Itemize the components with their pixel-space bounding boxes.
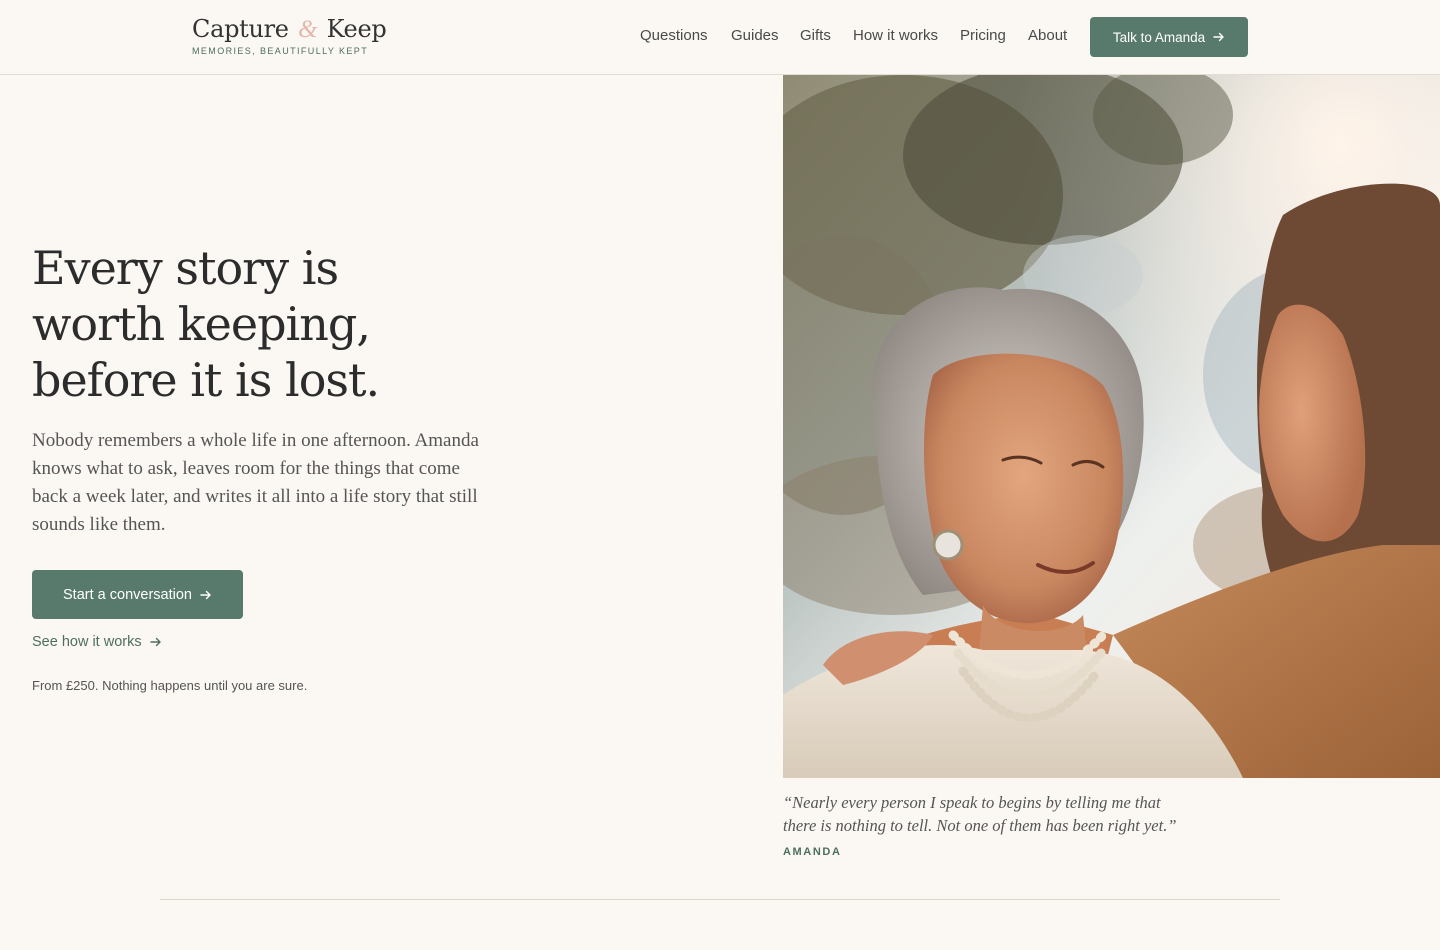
brand-logo[interactable]: Capture & Keep MEMORIES, BEAUTIFULLY KEP…: [192, 14, 387, 56]
price-note: From £250. Nothing happens until you are…: [32, 678, 308, 693]
brand-ampersand: &: [298, 16, 318, 43]
hero-photo: [783, 75, 1440, 778]
talk-to-amanda-label: Talk to Amanda: [1112, 29, 1206, 45]
main-nav: Questions Guides Gifts How it works Pric…: [640, 27, 1078, 44]
hero-description: Nobody remembers a whole life in one aft…: [32, 427, 542, 539]
talk-to-amanda-button[interactable]: Talk to Amanda: [1090, 17, 1248, 57]
arrow-right-icon: [1213, 32, 1224, 42]
start-conversation-button[interactable]: Start a conversation: [32, 570, 243, 619]
nav-pricing[interactable]: Pricing: [960, 27, 1028, 44]
nav-guides[interactable]: Guides: [731, 27, 800, 44]
hero-title-line: worth keeping,: [32, 297, 371, 351]
nav-how-it-works[interactable]: How it works: [853, 27, 960, 44]
site-header: Capture & Keep MEMORIES, BEAUTIFULLY KEP…: [0, 0, 1440, 75]
nav-about[interactable]: About: [1028, 27, 1078, 44]
photo-elderly-woman-and-younger-woman-icon: [783, 75, 1440, 778]
hero-title-line: before it is lost.: [32, 353, 380, 407]
quote-line: there is nothing to tell. Not one of the…: [783, 816, 1177, 835]
section-divider: [160, 899, 1280, 900]
nav-gifts[interactable]: Gifts: [800, 27, 853, 44]
brand-tagline: MEMORIES, BEAUTIFULLY KEPT: [192, 46, 369, 56]
brand-wordmark: Capture & Keep: [192, 14, 387, 45]
see-how-it-works-label: See how it works: [32, 634, 142, 650]
hero-title-line: Every story is: [32, 241, 339, 295]
arrow-right-icon: [200, 590, 211, 599]
brand-name-first: Capture: [192, 15, 289, 43]
hero-description-line: sounds like them.: [32, 514, 166, 535]
amanda-quote: “Nearly every person I speak to begins b…: [783, 791, 1223, 837]
quote-author: AMANDA: [783, 846, 842, 858]
arrow-right-icon: [149, 637, 161, 647]
hero-description-line: Nobody remembers a whole life in one aft…: [32, 430, 479, 451]
brand-name-last: Keep: [326, 15, 387, 43]
hero-description-line: knows what to ask, leaves room for the t…: [32, 458, 460, 479]
nav-questions[interactable]: Questions: [640, 27, 731, 44]
see-how-it-works-link[interactable]: See how it works: [32, 634, 162, 650]
start-conversation-label: Start a conversation: [63, 586, 192, 603]
quote-line: “Nearly every person I speak to begins b…: [783, 793, 1161, 812]
hero-title: Every story is worth keeping, before it …: [32, 240, 512, 408]
hero-description-line: back a week later, and writes it all int…: [32, 486, 478, 507]
